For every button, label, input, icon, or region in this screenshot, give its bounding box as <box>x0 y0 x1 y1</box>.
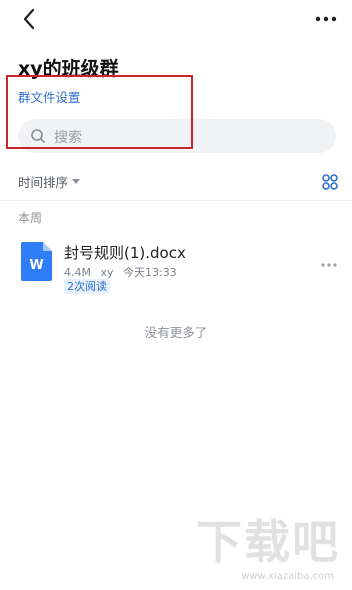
file-more-icon[interactable] <box>320 262 338 268</box>
watermark-logo: 下载吧 <box>196 515 340 569</box>
watermark-url: www.xiazaiba.com <box>241 571 334 582</box>
back-arrow-icon[interactable] <box>18 6 44 32</box>
file-uploader: xy <box>100 266 114 279</box>
word-doc-icon: W <box>21 242 52 281</box>
file-time: 今天13:33 <box>123 266 177 279</box>
caret-down-icon <box>72 179 81 184</box>
file-size: 4.4M <box>64 266 91 279</box>
grid-view-icon[interactable] <box>322 174 338 190</box>
sort-dropdown[interactable]: 时间排序 <box>18 172 81 191</box>
file-meta: 4.4M xy 今天13:33 <box>64 264 183 280</box>
sort-label: 时间排序 <box>18 175 69 190</box>
file-list-item[interactable]: W 封号规则(1).docx 4.4M xy 今天13:33 2次阅读 <box>0 232 352 298</box>
more-options-icon[interactable] <box>314 12 338 26</box>
no-more-text: 没有更多了 <box>144 325 208 340</box>
top-bar <box>0 0 352 40</box>
divider <box>0 200 352 201</box>
annotation-highlight-box <box>6 75 193 149</box>
section-label: 本周 <box>18 211 43 225</box>
watermark: 下载吧 www.xiazaiba.com <box>196 506 346 586</box>
doc-icon-letter: W <box>29 258 43 273</box>
read-count-badge: 2次阅读 <box>64 279 110 294</box>
file-name: 封号规则(1).docx <box>64 244 186 262</box>
